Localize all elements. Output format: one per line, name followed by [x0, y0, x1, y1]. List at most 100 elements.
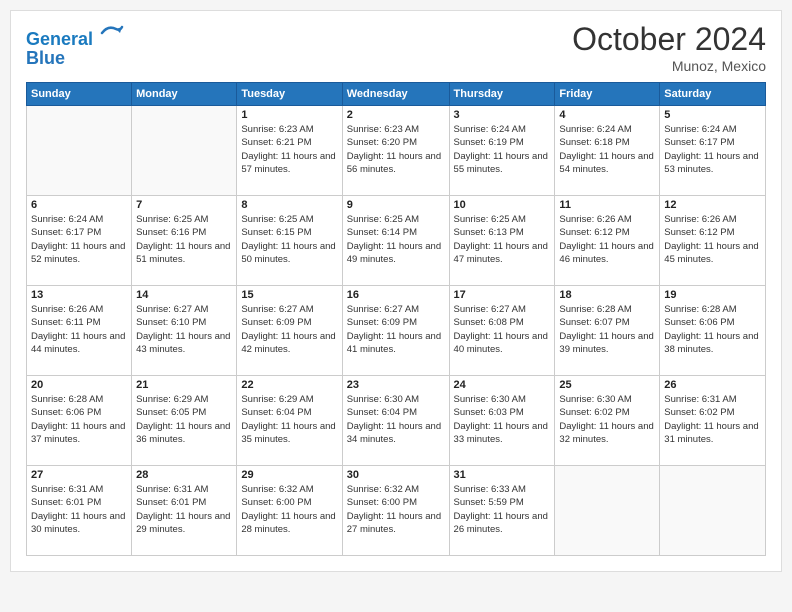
day-number: 13 — [31, 289, 127, 301]
day-number: 15 — [241, 289, 337, 301]
calendar-cell: 26 Sunrise: 6:31 AM Sunset: 6:02 PM Dayli… — [660, 376, 766, 466]
calendar-cell: 30 Sunrise: 6:32 AM Sunset: 6:00 PM Dayli… — [342, 466, 449, 556]
weekday-header-wednesday: Wednesday — [342, 83, 449, 106]
calendar-cell: 10 Sunrise: 6:25 AM Sunset: 6:13 PM Dayli… — [449, 196, 555, 286]
calendar-cell: 5Sunrise: 6:24 AM Sunset: 6:17 PM Daylig… — [660, 106, 766, 196]
logo-general: General — [26, 29, 93, 49]
calendar-cell: 9 Sunrise: 6:25 AM Sunset: 6:14 PM Daylig… — [342, 196, 449, 286]
calendar-cell: 28Sunrise: 6:31 AM Sunset: 6:01 PM Dayli… — [132, 466, 237, 556]
day-info: Sunrise: 6:27 AM Sunset: 6:08 PM Dayligh… — [454, 303, 551, 356]
day-number: 2 — [347, 109, 445, 121]
day-number: 19 — [664, 289, 761, 301]
day-number: 5 — [664, 109, 761, 121]
calendar-cell: 1 Sunrise: 6:23 AM Sunset: 6:21 PM Daylig… — [237, 106, 342, 196]
day-number: 4 — [559, 109, 655, 121]
day-info: Sunrise: 6:27 AM Sunset: 6:09 PM Dayligh… — [241, 303, 337, 356]
weekday-header-saturday: Saturday — [660, 83, 766, 106]
calendar-cell: 2 Sunrise: 6:23 AM Sunset: 6:20 PM Daylig… — [342, 106, 449, 196]
day-info: Sunrise: 6:24 AM Sunset: 6:17 PM Dayligh… — [31, 213, 127, 266]
page: General Blue October 2024 Munoz, Mexico … — [10, 10, 782, 572]
calendar-cell: 27 Sunrise: 6:31 AM Sunset: 6:01 PM Dayli… — [27, 466, 132, 556]
calendar-cell: 21Sunrise: 6:29 AM Sunset: 6:05 PM Dayli… — [132, 376, 237, 466]
day-number: 18 — [559, 289, 655, 301]
calendar-week-4: 20Sunrise: 6:28 AM Sunset: 6:06 PM Dayli… — [27, 376, 766, 466]
day-info: Sunrise: 6:31 AM Sunset: 6:02 PM Dayligh… — [664, 393, 761, 446]
day-number: 6 — [31, 199, 127, 211]
weekday-header-tuesday: Tuesday — [237, 83, 342, 106]
calendar-cell: 7 Sunrise: 6:25 AM Sunset: 6:16 PM Daylig… — [132, 196, 237, 286]
day-number: 1 — [241, 109, 337, 121]
calendar-cell: 15 Sunrise: 6:27 AM Sunset: 6:09 PM Dayli… — [237, 286, 342, 376]
calendar-week-3: 13 Sunrise: 6:26 AM Sunset: 6:11 PM Dayli… — [27, 286, 766, 376]
day-info: Sunrise: 6:31 AM Sunset: 6:01 PM Dayligh… — [31, 483, 127, 536]
calendar-cell: 12 Sunrise: 6:26 AM Sunset: 6:12 PM Dayli… — [660, 196, 766, 286]
calendar-cell: 22 Sunrise: 6:29 AM Sunset: 6:04 PM Dayli… — [237, 376, 342, 466]
day-info: Sunrise: 6:33 AM Sunset: 5:59 PM Dayligh… — [454, 483, 551, 536]
header: General Blue October 2024 Munoz, Mexico — [26, 21, 766, 74]
day-info: Sunrise: 6:28 AM Sunset: 6:06 PM Dayligh… — [31, 393, 127, 446]
weekday-header-row: SundayMondayTuesdayWednesdayThursdayFrid… — [27, 83, 766, 106]
day-info: Sunrise: 6:25 AM Sunset: 6:16 PM Dayligh… — [136, 213, 232, 266]
calendar-cell — [27, 106, 132, 196]
calendar-cell: 20Sunrise: 6:28 AM Sunset: 6:06 PM Dayli… — [27, 376, 132, 466]
day-info: Sunrise: 6:27 AM Sunset: 6:09 PM Dayligh… — [347, 303, 445, 356]
day-info: Sunrise: 6:26 AM Sunset: 6:11 PM Dayligh… — [31, 303, 127, 356]
day-info: Sunrise: 6:28 AM Sunset: 6:06 PM Dayligh… — [664, 303, 761, 356]
weekday-header-monday: Monday — [132, 83, 237, 106]
day-info: Sunrise: 6:26 AM Sunset: 6:12 PM Dayligh… — [559, 213, 655, 266]
day-info: Sunrise: 6:32 AM Sunset: 6:00 PM Dayligh… — [347, 483, 445, 536]
day-info: Sunrise: 6:23 AM Sunset: 6:21 PM Dayligh… — [241, 123, 337, 176]
calendar-cell: 3 Sunrise: 6:24 AM Sunset: 6:19 PM Daylig… — [449, 106, 555, 196]
day-info: Sunrise: 6:30 AM Sunset: 6:04 PM Dayligh… — [347, 393, 445, 446]
calendar-week-5: 27 Sunrise: 6:31 AM Sunset: 6:01 PM Dayli… — [27, 466, 766, 556]
calendar-table: SundayMondayTuesdayWednesdayThursdayFrid… — [26, 82, 766, 556]
day-info: Sunrise: 6:24 AM Sunset: 6:19 PM Dayligh… — [454, 123, 551, 176]
logo-text: General — [26, 21, 124, 50]
weekday-header-thursday: Thursday — [449, 83, 555, 106]
calendar-cell: 14Sunrise: 6:27 AM Sunset: 6:10 PM Dayli… — [132, 286, 237, 376]
day-info: Sunrise: 6:25 AM Sunset: 6:14 PM Dayligh… — [347, 213, 445, 266]
day-number: 7 — [136, 199, 232, 211]
day-number: 9 — [347, 199, 445, 211]
title-block: October 2024 Munoz, Mexico — [572, 21, 766, 74]
day-info: Sunrise: 6:29 AM Sunset: 6:05 PM Dayligh… — [136, 393, 232, 446]
day-number: 27 — [31, 469, 127, 481]
day-info: Sunrise: 6:24 AM Sunset: 6:18 PM Dayligh… — [559, 123, 655, 176]
day-number: 31 — [454, 469, 551, 481]
logo: General Blue — [26, 21, 124, 69]
day-number: 22 — [241, 379, 337, 391]
calendar-cell: 24Sunrise: 6:30 AM Sunset: 6:03 PM Dayli… — [449, 376, 555, 466]
calendar-cell: 13 Sunrise: 6:26 AM Sunset: 6:11 PM Dayli… — [27, 286, 132, 376]
day-info: Sunrise: 6:23 AM Sunset: 6:20 PM Dayligh… — [347, 123, 445, 176]
calendar-cell: 19 Sunrise: 6:28 AM Sunset: 6:06 PM Dayli… — [660, 286, 766, 376]
calendar-cell — [132, 106, 237, 196]
calendar-cell: 6 Sunrise: 6:24 AM Sunset: 6:17 PM Daylig… — [27, 196, 132, 286]
day-info: Sunrise: 6:32 AM Sunset: 6:00 PM Dayligh… — [241, 483, 337, 536]
weekday-header-sunday: Sunday — [27, 83, 132, 106]
calendar-cell: 31 Sunrise: 6:33 AM Sunset: 5:59 PM Dayli… — [449, 466, 555, 556]
day-number: 26 — [664, 379, 761, 391]
day-info: Sunrise: 6:25 AM Sunset: 6:15 PM Dayligh… — [241, 213, 337, 266]
day-number: 25 — [559, 379, 655, 391]
weekday-header-friday: Friday — [555, 83, 660, 106]
day-number: 10 — [454, 199, 551, 211]
calendar-cell: 4 Sunrise: 6:24 AM Sunset: 6:18 PM Daylig… — [555, 106, 660, 196]
day-number: 3 — [454, 109, 551, 121]
calendar-cell: 17Sunrise: 6:27 AM Sunset: 6:08 PM Dayli… — [449, 286, 555, 376]
day-number: 8 — [241, 199, 337, 211]
day-info: Sunrise: 6:29 AM Sunset: 6:04 PM Dayligh… — [241, 393, 337, 446]
day-info: Sunrise: 6:30 AM Sunset: 6:02 PM Dayligh… — [559, 393, 655, 446]
day-info: Sunrise: 6:28 AM Sunset: 6:07 PM Dayligh… — [559, 303, 655, 356]
calendar-week-1: 1 Sunrise: 6:23 AM Sunset: 6:21 PM Daylig… — [27, 106, 766, 196]
day-info: Sunrise: 6:26 AM Sunset: 6:12 PM Dayligh… — [664, 213, 761, 266]
calendar-cell: 29 Sunrise: 6:32 AM Sunset: 6:00 PM Dayli… — [237, 466, 342, 556]
location: Munoz, Mexico — [572, 58, 766, 74]
day-info: Sunrise: 6:31 AM Sunset: 6:01 PM Dayligh… — [136, 483, 232, 536]
day-number: 30 — [347, 469, 445, 481]
day-number: 14 — [136, 289, 232, 301]
day-info: Sunrise: 6:25 AM Sunset: 6:13 PM Dayligh… — [454, 213, 551, 266]
calendar-week-2: 6 Sunrise: 6:24 AM Sunset: 6:17 PM Daylig… — [27, 196, 766, 286]
day-number: 16 — [347, 289, 445, 301]
day-number: 12 — [664, 199, 761, 211]
day-number: 29 — [241, 469, 337, 481]
